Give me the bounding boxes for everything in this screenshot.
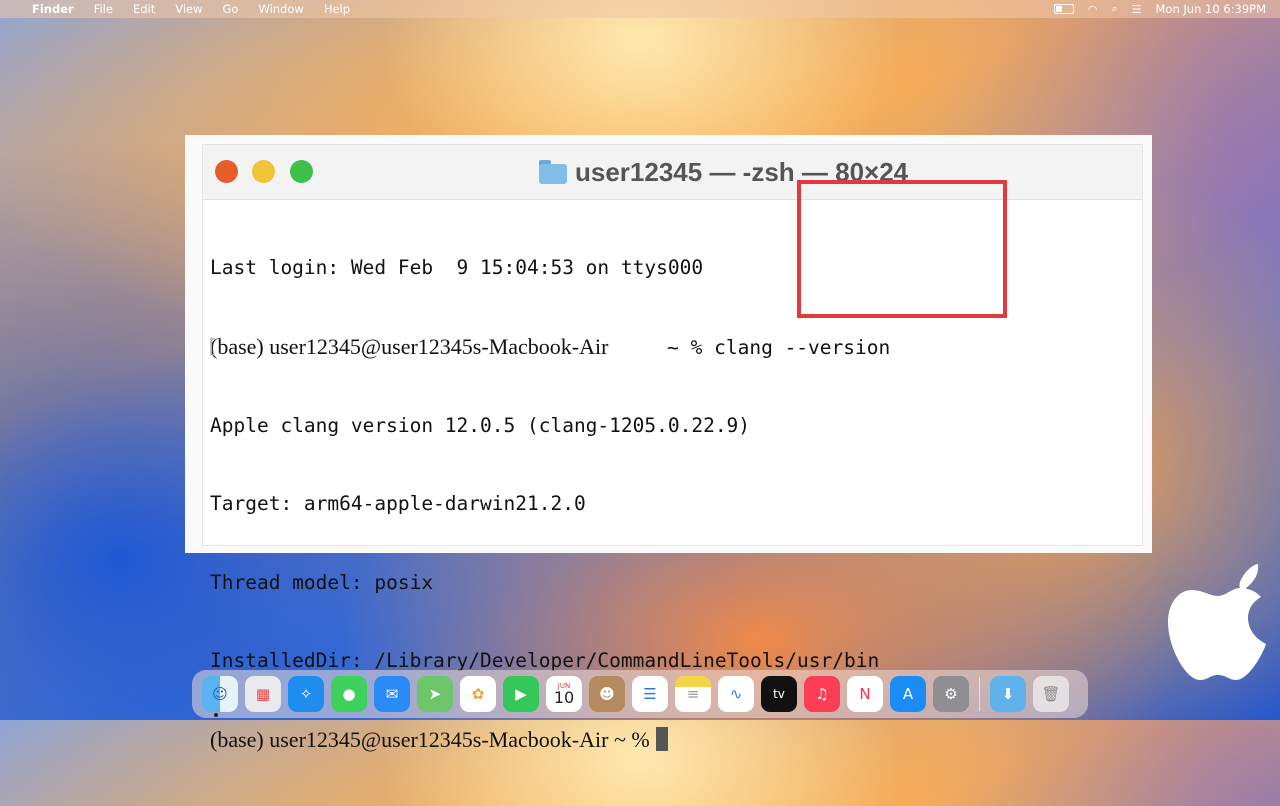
trash-icon[interactable]: 🗑 bbox=[1033, 676, 1069, 712]
zoom-button[interactable] bbox=[290, 160, 313, 183]
text-cursor bbox=[655, 726, 668, 751]
reminders-icon[interactable]: ☰ bbox=[632, 676, 668, 712]
maps-icon[interactable]: ➤ bbox=[417, 676, 453, 712]
menu-go[interactable]: Go bbox=[223, 2, 239, 16]
apple-tv-icon[interactable]: tv bbox=[761, 676, 797, 712]
menu-window[interactable]: Window bbox=[258, 2, 303, 16]
dock: ☺ ▦ ✧ ● ✉ ➤ ✿ ▶ JUN 10 ☻ ☰ ≡ ∿ tv ♫ N A … bbox=[192, 670, 1088, 718]
contacts-icon[interactable]: ☻ bbox=[589, 676, 625, 712]
mail-icon[interactable]: ✉ bbox=[374, 676, 410, 712]
highlight-annotation-box bbox=[797, 180, 1007, 318]
running-indicator bbox=[214, 713, 218, 717]
battery-icon[interactable] bbox=[1053, 4, 1074, 14]
output-line: Apple clang version 12.0.5 (clang-1205.0… bbox=[210, 413, 751, 437]
menu-file[interactable]: File bbox=[94, 2, 113, 16]
calendar-day: 10 bbox=[553, 687, 575, 707]
photos-icon[interactable]: ✿ bbox=[460, 676, 496, 712]
apple-logo-icon bbox=[1168, 564, 1266, 680]
menu-help[interactable]: Help bbox=[324, 2, 350, 16]
prompt-text: (base) user12345@user12345s-Macbook-Air … bbox=[210, 726, 650, 752]
finder-icon[interactable]: ☺ bbox=[202, 676, 238, 712]
minimize-button[interactable] bbox=[252, 160, 275, 183]
mark-bracket: [ bbox=[206, 335, 218, 358]
close-button[interactable] bbox=[215, 160, 238, 183]
news-icon[interactable]: N bbox=[847, 676, 883, 712]
current-prompt-line[interactable]: (base) user12345@user12345s-Macbook-Air … bbox=[210, 726, 1130, 753]
command-text: clang --version bbox=[714, 336, 891, 359]
menu-app-name[interactable]: Finder bbox=[32, 2, 74, 16]
launchpad-icon[interactable]: ▦ bbox=[245, 676, 281, 712]
music-icon[interactable]: ♫ bbox=[804, 676, 840, 712]
notes-icon[interactable]: ≡ bbox=[675, 676, 711, 712]
menu-edit[interactable]: Edit bbox=[133, 2, 155, 16]
home-folder-icon bbox=[539, 160, 567, 184]
output-line: Target: arm64-apple-darwin21.2.0 bbox=[210, 492, 586, 516]
app-store-icon[interactable]: A bbox=[890, 676, 926, 712]
output-line: Thread model: posix bbox=[210, 570, 434, 594]
dock-separator bbox=[979, 677, 980, 711]
freeform-icon[interactable]: ∿ bbox=[718, 676, 754, 712]
safari-icon[interactable]: ✧ bbox=[288, 676, 324, 712]
calendar-icon[interactable]: JUN 10 bbox=[546, 676, 582, 712]
wifi-icon[interactable]: ◠ bbox=[1088, 3, 1098, 16]
prompt-suffix: ~ % bbox=[608, 336, 715, 359]
command-line: [(base) user12345@user12345s-Macbook-Air… bbox=[206, 334, 1130, 360]
menu-bar: Finder File Edit View Go Window Help ◠ ⌕… bbox=[0, 0, 1280, 18]
downloads-folder-icon[interactable]: ⬇ bbox=[990, 676, 1026, 712]
messages-icon[interactable]: ● bbox=[331, 676, 367, 712]
prompt-text: (base) user12345@user12345s-Macbook-Air bbox=[210, 334, 609, 359]
tv-label: tv bbox=[773, 687, 785, 701]
menu-view[interactable]: View bbox=[175, 2, 202, 16]
control-center-icon[interactable]: ☰ bbox=[1132, 3, 1142, 16]
facetime-icon[interactable]: ▶ bbox=[503, 676, 539, 712]
spotlight-search-icon[interactable]: ⌕ bbox=[1111, 2, 1117, 16]
menu-clock[interactable]: Mon Jun 10 6:39PM bbox=[1156, 2, 1267, 16]
system-settings-icon[interactable]: ⚙ bbox=[933, 676, 969, 712]
